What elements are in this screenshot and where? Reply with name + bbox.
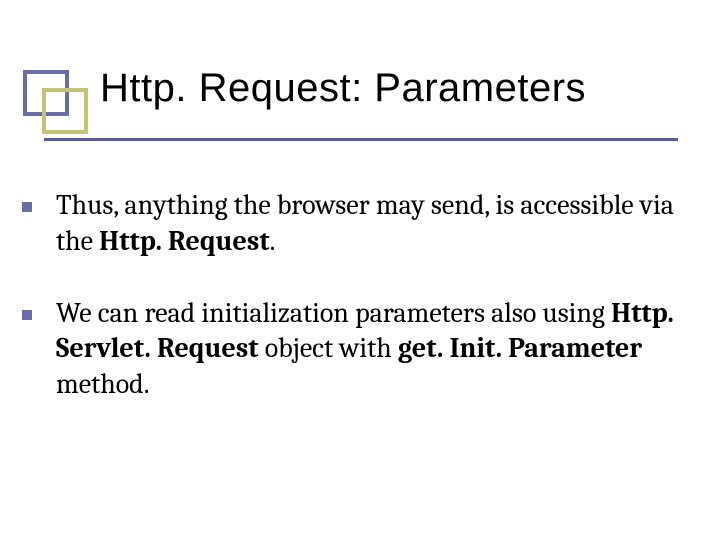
text-bold: Http. Request bbox=[99, 225, 269, 257]
text-run: We can read initialization parameters al… bbox=[56, 297, 611, 329]
list-item: We can read initialization parameters al… bbox=[22, 296, 694, 403]
text-run: object with bbox=[259, 332, 398, 364]
text-run: . bbox=[270, 225, 276, 257]
bullet-text: We can read initialization parameters al… bbox=[56, 296, 694, 403]
title-underline bbox=[44, 138, 678, 141]
bullet-square-icon bbox=[22, 202, 32, 212]
text-run: method. bbox=[56, 368, 150, 400]
slide: Http. Request: Parameters Thus, anything… bbox=[0, 0, 720, 540]
slide-body: Thus, anything the browser may send, is … bbox=[22, 188, 694, 439]
slide-title: Http. Request: Parameters bbox=[100, 66, 586, 111]
decorative-square-inner bbox=[42, 88, 88, 134]
list-item: Thus, anything the browser may send, is … bbox=[22, 188, 694, 260]
bullet-text: Thus, anything the browser may send, is … bbox=[56, 188, 694, 260]
bullet-square-icon bbox=[22, 310, 32, 320]
text-bold: get. Init. Parameter bbox=[398, 332, 642, 364]
